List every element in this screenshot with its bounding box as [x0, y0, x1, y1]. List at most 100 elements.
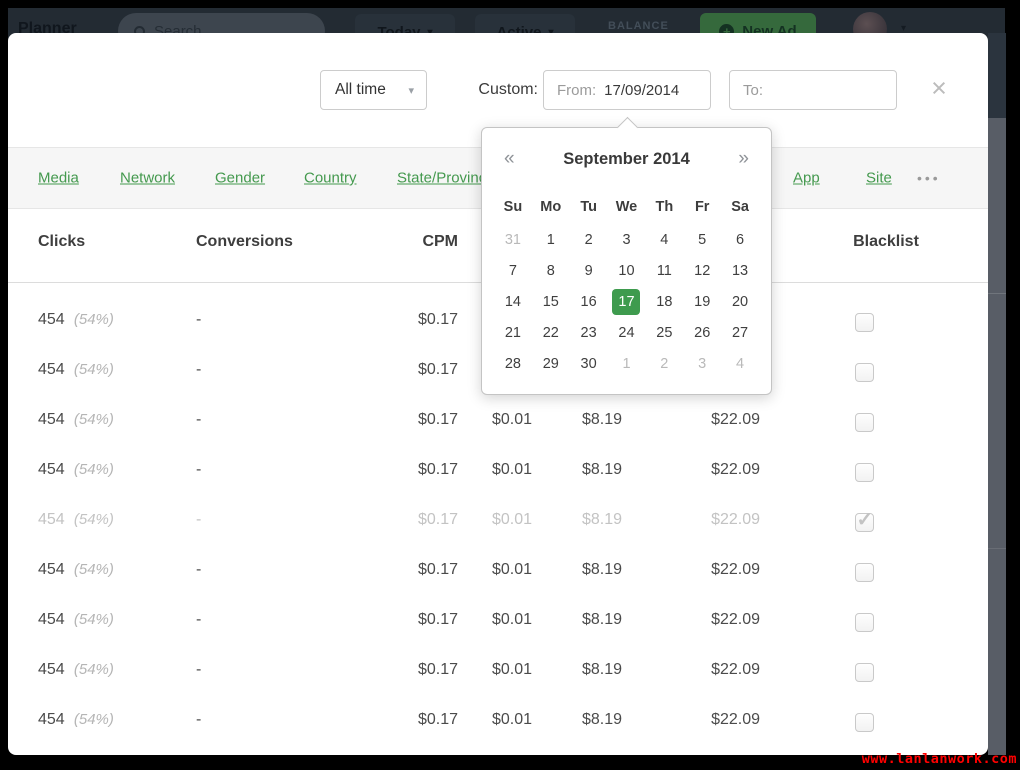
calendar-cell: 4 [721, 348, 759, 379]
calendar-cell: 12 [683, 255, 721, 286]
calendar-day[interactable]: 29 [537, 351, 565, 377]
close-icon[interactable]: × [923, 71, 955, 107]
calendar-day[interactable]: 1 [537, 227, 565, 253]
calendar-cell: 27 [721, 317, 759, 348]
cell-value: $0.01 [442, 661, 532, 679]
blacklist-cell [846, 547, 882, 597]
cell-conversions: - [196, 311, 201, 329]
calendar-day[interactable]: 8 [537, 258, 565, 284]
dimmed-page-header [988, 33, 1006, 118]
calendar-days-grid: 3112345678910111213141516171819202122232… [482, 224, 771, 379]
table-row: 454 (54%)-$0.17$0.01$8.19$22.09 [8, 697, 988, 747]
calendar-day[interactable]: 31 [499, 227, 527, 253]
nav-link-media[interactable]: Media [38, 170, 79, 187]
calendar-day[interactable]: 13 [726, 258, 754, 284]
nav-link-country[interactable]: Country [304, 170, 357, 187]
nav-link-network[interactable]: Network [120, 170, 175, 187]
time-range-label: All time [335, 81, 408, 99]
blacklist-checkbox[interactable] [855, 413, 874, 432]
blacklist-checkbox[interactable] [855, 563, 874, 582]
calendar-cell: 24 [608, 317, 646, 348]
calendar-day[interactable]: 24 [612, 320, 640, 346]
calendar-day[interactable]: 7 [499, 258, 527, 284]
calendar-day[interactable]: 6 [726, 227, 754, 253]
blacklist-cell [846, 397, 882, 447]
calendar-day[interactable]: 23 [575, 320, 603, 346]
calendar-cell: 28 [494, 348, 532, 379]
calendar-day[interactable]: 30 [575, 351, 603, 377]
cell-value: $22.09 [660, 711, 760, 729]
calendar-month-title: September 2014 [563, 150, 690, 169]
calendar-day[interactable]: 3 [688, 351, 716, 377]
nav-link-state-province[interactable]: State/Province [397, 170, 495, 187]
calendar-cell: 4 [645, 224, 683, 255]
calendar-day[interactable]: 2 [575, 227, 603, 253]
blacklist-checkbox[interactable] [855, 313, 874, 332]
calendar-day[interactable]: 27 [726, 320, 754, 346]
date-to-input[interactable]: To: [729, 70, 897, 110]
calendar-day[interactable]: 4 [650, 227, 678, 253]
calendar-day[interactable]: 25 [650, 320, 678, 346]
calendar-day[interactable]: 28 [499, 351, 527, 377]
calendar-day[interactable]: 21 [499, 320, 527, 346]
blacklist-checkbox[interactable] [855, 663, 874, 682]
cell-clicks: 454 (54%) [38, 361, 114, 379]
calendar-cell: 22 [532, 317, 570, 348]
checkmark-icon: ✓ [857, 507, 874, 532]
calendar-day[interactable]: 26 [688, 320, 716, 346]
calendar-cell: 25 [645, 317, 683, 348]
previous-month-icon[interactable]: « [504, 148, 515, 170]
calendar-cell: 18 [645, 286, 683, 317]
calendar-day[interactable]: 20 [726, 289, 754, 315]
calendar-day[interactable]: 14 [499, 289, 527, 315]
calendar-day[interactable]: 3 [612, 227, 640, 253]
cell-value: $8.19 [532, 411, 622, 429]
time-range-dropdown[interactable]: All time ▾ [320, 70, 427, 110]
watermark: www.lanlanwork.com [862, 751, 1017, 767]
calendar-day[interactable]: 12 [688, 258, 716, 284]
cell-clicks-share: (54%) [70, 311, 114, 328]
cell-value: $22.09 [660, 511, 760, 529]
blacklist-checkbox[interactable] [855, 613, 874, 632]
nav-link-app[interactable]: App [793, 170, 820, 187]
next-month-icon[interactable]: » [738, 148, 749, 170]
cell-value: $22.09 [660, 661, 760, 679]
table-row: 454 (54%)-$0.17$0.01$8.19$22.09 [8, 647, 988, 697]
calendar-day[interactable]: 9 [575, 258, 603, 284]
calendar-day[interactable]: 22 [537, 320, 565, 346]
calendar-cell: 3 [683, 348, 721, 379]
cell-clicks-share: (54%) [70, 411, 114, 428]
calendar-day[interactable]: 18 [650, 289, 678, 315]
calendar-day[interactable]: 1 [612, 351, 640, 377]
cell-conversions: - [196, 561, 201, 579]
date-from-input[interactable]: From: 17/09/2014 [543, 70, 711, 110]
calendar-day-selected[interactable]: 17 [612, 289, 640, 315]
blacklist-checkbox[interactable] [855, 363, 874, 382]
calendar-day[interactable]: 11 [650, 258, 678, 284]
calendar-dayname: Sa [721, 190, 759, 224]
calendar-day[interactable]: 4 [726, 351, 754, 377]
blacklist-cell [846, 697, 882, 747]
blacklist-checkbox[interactable] [855, 713, 874, 732]
cell-clicks: 454 (54%) [38, 611, 114, 629]
cell-value: $0.01 [442, 711, 532, 729]
calendar-cell: 8 [532, 255, 570, 286]
cell-clicks: 454 (54%) [38, 311, 114, 329]
calendar-cell: 1 [608, 348, 646, 379]
cell-value: $0.01 [442, 611, 532, 629]
calendar-day[interactable]: 16 [575, 289, 603, 315]
cell-conversions: - [196, 611, 201, 629]
more-options-icon[interactable]: ••• [917, 170, 941, 186]
calendar-day[interactable]: 10 [612, 258, 640, 284]
calendar-day[interactable]: 2 [650, 351, 678, 377]
calendar-day[interactable]: 19 [688, 289, 716, 315]
nav-link-site[interactable]: Site [866, 170, 892, 187]
balance-label: BALANCE [608, 20, 669, 32]
cell-clicks-share: (54%) [70, 511, 114, 528]
calendar-day[interactable]: 15 [537, 289, 565, 315]
calendar-day[interactable]: 5 [688, 227, 716, 253]
column-header-cpm: CPM [358, 233, 458, 251]
blacklist-checkbox[interactable] [855, 463, 874, 482]
blacklist-checkbox[interactable]: ✓ [855, 513, 874, 532]
nav-link-gender[interactable]: Gender [215, 170, 265, 187]
